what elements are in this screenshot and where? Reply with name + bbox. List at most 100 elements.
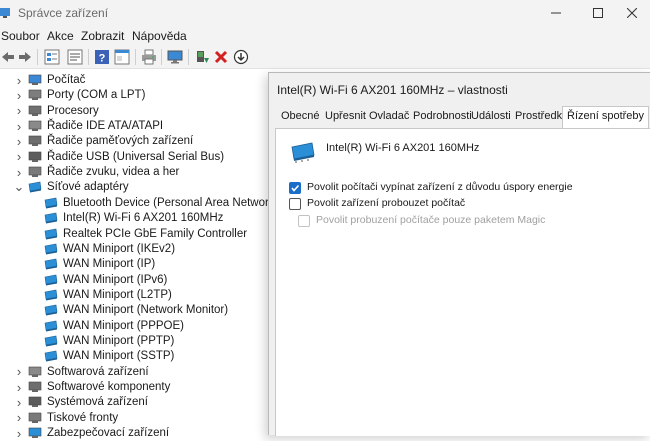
view-icon[interactable] — [114, 49, 130, 65]
chevron-right-icon[interactable]: › — [14, 164, 24, 180]
chevron-right-icon[interactable]: › — [14, 425, 24, 441]
device-tree-child-item[interactable]: Intel(R) Wi-Fi 6 AX201 160MHz — [44, 210, 223, 226]
device-tree-category[interactable]: Tiskové fronty — [28, 410, 118, 426]
device-tree-item-label: Systémová zařízení — [47, 396, 148, 409]
device-tree-category[interactable]: Systémová zařízení — [28, 394, 148, 410]
device-tree-item-label: WAN Miniport (IPv6) — [63, 273, 168, 286]
device-name: Intel(R) Wi-Fi 6 AX201 160MHz — [326, 142, 480, 154]
allow-wake-label[interactable]: Povolit zařízení probouzet počítač — [307, 197, 465, 209]
device-category-icon — [28, 90, 42, 101]
properties-icon[interactable] — [67, 49, 83, 65]
device-tree-category[interactable]: Softwarová zařízení — [28, 364, 149, 380]
maximize-button[interactable] — [578, 2, 618, 24]
menu-soubor[interactable]: Soubor — [1, 29, 40, 43]
window-title: Správce zařízení — [18, 6, 109, 20]
device-category-icon — [28, 151, 42, 162]
device-tree-category[interactable]: Softwarové komponenty — [28, 379, 170, 395]
chevron-right-icon[interactable]: › — [14, 394, 24, 410]
device-tree-item-label: Procesory — [47, 104, 99, 117]
device-tree-child-item[interactable]: WAN Miniport (Network Monitor) — [44, 302, 228, 318]
tab-podrobnosti[interactable]: Podrobnosti — [413, 110, 472, 122]
tab-ovladac[interactable]: Ovladač — [369, 110, 409, 122]
chevron-right-icon[interactable]: › — [14, 72, 24, 88]
network-adapter-icon — [28, 182, 42, 193]
device-tree-item-label: Řadiče zvuku, videa a her — [47, 166, 180, 179]
allow-power-off-label[interactable]: Povolit počítači vypínat zařízení z důvo… — [307, 181, 573, 193]
device-tree-category[interactable]: Zabezpečovací zařízení — [28, 425, 169, 441]
device-tree-child-item[interactable]: Realtek PCIe GbE Family Controller — [44, 226, 247, 242]
device-tree-item-label: WAN Miniport (Network Monitor) — [63, 304, 229, 317]
tab-udalosti[interactable]: Události — [471, 110, 511, 122]
device-tree-category[interactable]: Řadiče zvuku, videa a her — [28, 164, 179, 180]
device-tree-category[interactable]: Řadiče IDE ATA/ATAPI — [28, 118, 163, 134]
device-category-icon — [28, 166, 42, 178]
toolbar-separator — [161, 49, 162, 65]
checkmark-icon — [291, 184, 300, 192]
tab-prostredky[interactable]: Prostředky — [515, 110, 568, 122]
menu-napoveda[interactable]: Nápověda — [132, 29, 187, 43]
allow-power-off-checkbox[interactable] — [289, 182, 301, 194]
update-driver-icon[interactable] — [194, 49, 210, 65]
minimize-button[interactable] — [536, 2, 576, 24]
device-tree-category[interactable]: Řadiče paměťových zařízení — [28, 133, 193, 149]
allow-wake-checkbox[interactable] — [289, 198, 301, 210]
device-tree-child-item[interactable]: WAN Miniport (L2TP) — [44, 287, 172, 303]
chevron-right-icon[interactable]: › — [14, 133, 24, 149]
device-tree-item-label: Řadiče IDE ATA/ATAPI — [47, 120, 164, 133]
network-adapter-icon — [44, 212, 58, 224]
device-tree-item-label: Realtek PCIe GbE Family Controller — [63, 227, 248, 240]
network-adapter-icon — [44, 228, 58, 239]
help-icon[interactable]: ? — [94, 49, 110, 65]
device-tree-category[interactable]: Řadiče USB (Universal Serial Bus) — [28, 149, 224, 165]
device-tree-item-label: Softwarová zařízení — [47, 365, 149, 378]
chevron-down-icon[interactable]: ⌄ — [14, 179, 25, 195]
device-tree-item-label: Počítač — [47, 74, 86, 86]
forward-arrow-icon[interactable] — [17, 49, 33, 65]
device-category-icon — [28, 105, 42, 116]
uninstall-icon[interactable] — [213, 49, 229, 65]
chevron-right-icon[interactable]: › — [14, 379, 24, 395]
print-icon[interactable] — [141, 49, 157, 65]
tab-rizeni-spotreby[interactable]: Řízení spotřeby — [562, 106, 650, 128]
chevron-right-icon[interactable]: › — [14, 410, 24, 426]
monitor-scan-icon[interactable] — [167, 49, 183, 65]
device-tree-item-label: Řadiče paměťových zařízení — [47, 135, 194, 148]
device-tree-child-item[interactable]: WAN Miniport (IPv6) — [44, 272, 167, 288]
network-adapter-icon — [44, 258, 58, 270]
device-tree-category[interactable]: Síťové adaptéry — [28, 179, 129, 195]
device-tree-item-label: Bluetooth Device (Personal Area Network) — [63, 196, 279, 209]
device-tree-category[interactable]: Počítač — [28, 72, 85, 88]
back-arrow-icon[interactable] — [0, 49, 16, 65]
chevron-right-icon[interactable]: › — [14, 118, 24, 134]
network-adapter-icon — [44, 350, 58, 362]
network-adapter-icon — [44, 289, 58, 301]
chevron-right-icon[interactable]: › — [14, 364, 24, 380]
device-tree-child-item[interactable]: Bluetooth Device (Personal Area Network) — [44, 195, 278, 211]
magic-packet-label: Povolit probuzení počítače pouze paketem… — [316, 214, 546, 226]
device-tree-child-item[interactable]: WAN Miniport (IP) — [44, 256, 155, 272]
toolbar-separator — [37, 49, 38, 65]
device-tree-child-item[interactable]: WAN Miniport (IKEv2) — [44, 241, 175, 257]
chevron-right-icon[interactable]: › — [14, 103, 24, 119]
network-adapter-icon — [44, 243, 58, 255]
menu-zobrazit[interactable]: Zobrazit — [81, 29, 124, 43]
network-adapter-icon — [44, 274, 58, 286]
device-tree-item-label: Tiskové fronty — [47, 411, 119, 424]
close-button[interactable] — [614, 2, 650, 24]
tree-view-icon[interactable] — [44, 49, 60, 65]
tab-obecne[interactable]: Obecné — [281, 110, 320, 122]
menu-akce[interactable]: Akce — [47, 29, 74, 43]
network-adapter-icon — [44, 335, 58, 347]
device-category-icon — [28, 381, 42, 392]
magic-packet-checkbox — [298, 215, 310, 227]
device-tree-category[interactable]: Procesory — [28, 103, 99, 119]
device-tree-child-item[interactable]: WAN Miniport (PPPOE) — [44, 318, 184, 334]
device-tree-child-item[interactable]: WAN Miniport (SSTP) — [44, 348, 174, 364]
download-icon[interactable] — [233, 49, 249, 65]
tab-upresnit[interactable]: Upřesnit — [325, 110, 366, 122]
chevron-right-icon[interactable]: › — [14, 87, 24, 103]
properties-dialog: Intel(R) Wi-Fi 6 AX201 160MHz – vlastnos… — [268, 72, 650, 436]
device-tree-child-item[interactable]: WAN Miniport (PPTP) — [44, 333, 174, 349]
device-tree-category[interactable]: Porty (COM a LPT) — [28, 87, 145, 103]
chevron-right-icon[interactable]: › — [14, 149, 24, 165]
